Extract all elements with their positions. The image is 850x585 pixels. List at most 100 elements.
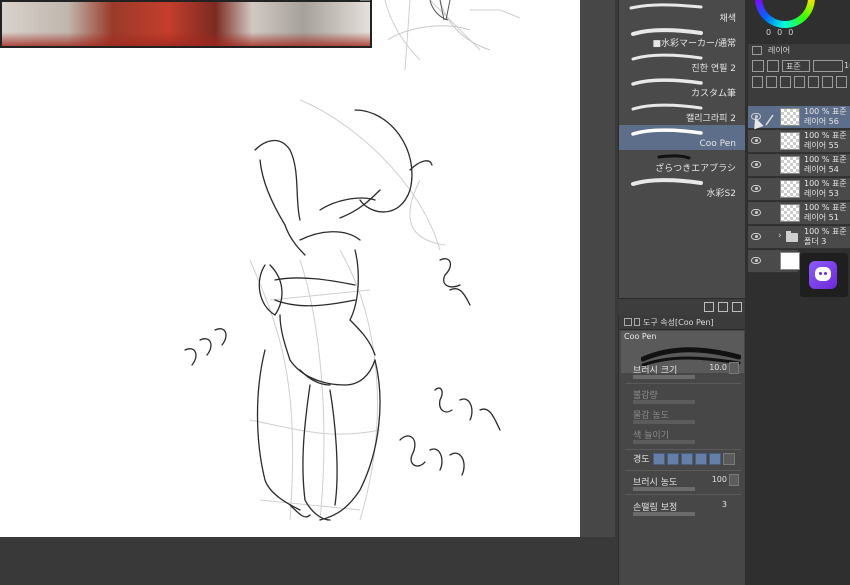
folder-row[interactable]: › 100 % 표준 폴더 3 [748,226,850,249]
canvas-area[interactable] [0,0,615,585]
tool-property-header: 도구 속성[Coo Pen] [619,315,746,330]
tool-property-panel: 도구 속성[Coo Pen] Coo Pen 브러시 크기 10.0 불감량 물… [618,315,746,585]
eye-icon[interactable] [751,257,761,264]
brush-item[interactable]: 진한 연필 2 [619,50,746,75]
color-values: 000 [766,28,799,37]
brush-name: 채색 [719,14,736,24]
mask-icon[interactable] [794,76,805,88]
clip-icon[interactable] [752,76,763,88]
layer-thumbnail [780,132,800,150]
brush-name: カスタム筆 [690,89,736,99]
brush-size-toggle[interactable] [729,362,739,374]
eye-icon[interactable] [751,209,761,216]
brush-item[interactable]: 水彩S2 [619,175,746,200]
brush-size-value[interactable]: 10.0 [709,363,727,372]
brush-item[interactable]: カスタム筆 [619,75,746,100]
hardness-step[interactable] [709,453,721,465]
divider [625,449,741,450]
hardness-step[interactable] [695,453,707,465]
layer-row[interactable]: 100 % 표준 레이어 51 [748,202,850,225]
hardness-step[interactable] [653,453,665,465]
brush-item[interactable]: ざらつきエアブラシ [619,150,746,175]
tool-icon [634,318,640,326]
color-value-g: 0 [777,28,789,37]
layer-row[interactable]: 100 % 표준 레이어 53 [748,178,850,201]
stabilization-slider[interactable] [633,512,695,516]
eye-icon[interactable] [751,137,761,144]
layer-icon[interactable] [808,76,819,88]
hardness-arrow[interactable] [723,453,735,465]
add-brush-icon[interactable] [704,302,714,312]
brush-name: ざらつきエアブラシ [655,164,736,174]
layer-label: 100 % 표준 레이어 56 [804,107,847,126]
lock-icon[interactable] [780,76,791,88]
color-value-b: 0 [788,28,800,37]
layer-color-icon[interactable] [767,60,779,72]
layer-row[interactable]: 100 % 표준 레이어 55 [748,130,850,153]
brush-name: ■水彩マーカー/通常 [652,39,736,49]
overlay-app-icon[interactable] [800,253,848,297]
brush-density-slider[interactable] [633,487,695,491]
eye-icon[interactable] [751,185,761,192]
hardness-label: 경도 [633,455,650,465]
layer-thumbnail [780,180,800,198]
brush-name: Coo Pen [699,139,736,149]
tool-property-title: 도구 속성[Coo Pen] [643,318,714,327]
brush-density-value[interactable]: 100 [712,475,727,484]
layer-thumbnail [780,156,800,174]
pen-icon [765,111,774,126]
brush-name: 진한 연필 2 [691,64,736,74]
paper-thumbnail [780,252,800,270]
color-fill-icon[interactable] [836,76,847,88]
divider [625,470,741,471]
paint-density-slider[interactable] [633,420,695,424]
ruler-icon[interactable] [822,76,833,88]
layer-label: 100 % 표준 레이어 54 [804,155,847,174]
layer-menu-icon[interactable] [752,46,762,55]
eye-icon[interactable] [751,161,761,168]
color-stretch-slider[interactable] [633,440,695,444]
paper-layer-row[interactable] [748,250,800,273]
brush-name: 水彩S2 [706,189,736,199]
layer-mode-icon[interactable] [752,60,764,72]
brush-stroke-preview [631,128,703,136]
layer-opacity-value: 10 [844,61,850,70]
color-value-r: 0 [766,28,778,37]
brush-item[interactable]: ■水彩マーカー/通常 [619,25,746,50]
duplicate-brush-icon[interactable] [718,302,728,312]
eye-icon[interactable] [751,233,761,240]
preview-label: Coo Pen [624,332,657,341]
opacity-slider[interactable] [633,400,695,404]
divider [625,383,741,384]
brush-item[interactable]: 채색 [619,0,746,25]
brush-size-slider[interactable] [633,375,695,379]
app-logo-icon [809,261,837,289]
divider [625,494,741,495]
brush-density-toggle[interactable] [729,474,739,486]
stabilization-value[interactable]: 3 [722,500,727,509]
canvas-bottom-area [0,537,615,585]
layer-label: 100 % 표준 레이어 55 [804,131,847,150]
menu-icon[interactable] [624,318,632,326]
hardness-step[interactable] [681,453,693,465]
layer-row[interactable]: 100 % 표준 레이어 54 [748,154,850,177]
figure-sketch [184,0,521,521]
layer-opacity-slider[interactable] [813,60,843,72]
drawing-paper[interactable] [0,0,580,537]
brush-panel-footer [618,298,745,315]
brush-stroke-preview [631,178,703,186]
layer-toolbar: 레이어 표준 10 [748,44,850,106]
hardness-step[interactable] [667,453,679,465]
reference-icon[interactable] [766,76,777,88]
brush-name: 캘리그라피 2 [686,114,736,124]
chevron-right-icon[interactable]: › [778,231,782,241]
brush-item[interactable]: 캘리그라피 2 [619,100,746,125]
brush-item-selected[interactable]: Coo Pen [619,125,746,150]
layer-label: 100 % 표준 폴더 3 [804,227,847,246]
layer-tab[interactable]: 레이어 [768,45,790,56]
brush-stroke-preview [629,3,703,10]
layer-thumbnail [780,204,800,222]
layer-label: 100 % 표준 레이어 53 [804,179,847,198]
layer-label: 100 % 표준 레이어 51 [804,203,847,222]
trash-icon[interactable] [732,302,742,312]
